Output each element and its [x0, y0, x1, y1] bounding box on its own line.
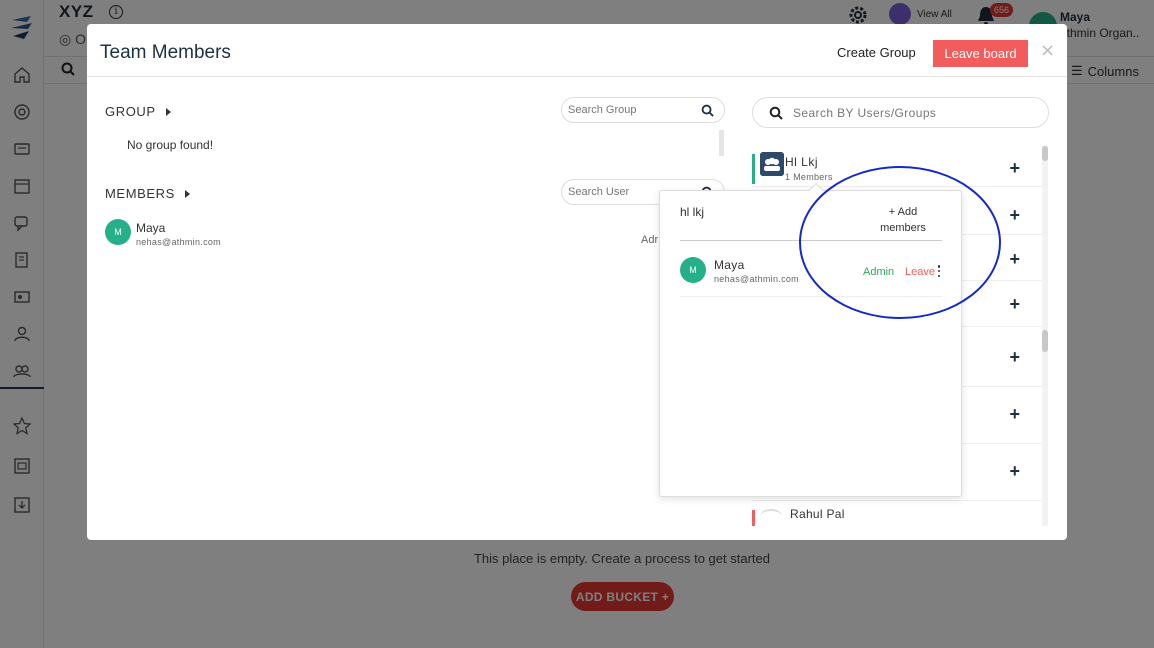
group-members-popover: hl lkj + Add members M Maya nehas@athmin…	[659, 182, 962, 497]
add-icon[interactable]: +	[1009, 249, 1020, 270]
members-section-label: MEMBERS	[105, 186, 175, 201]
group-section-toggle[interactable]: GROUP	[105, 104, 171, 119]
member-email: nehas@athmin.com	[714, 274, 799, 284]
list-item-group-hl-lkj[interactable]: Hl Lkj 1 Members +	[752, 146, 1042, 187]
list-item-user-rahul-pal[interactable]: Rahul Pal	[752, 501, 1042, 540]
add-icon[interactable]: +	[1009, 461, 1020, 482]
search-users-groups-input[interactable]: Search BY Users/Groups	[752, 97, 1049, 128]
member-email: nehas@athmin.com	[136, 237, 221, 247]
add-icon[interactable]: +	[1009, 294, 1020, 315]
user-avatar-placeholder-icon	[760, 509, 782, 523]
group-member-count: 1 Members	[785, 172, 833, 182]
leave-group-button[interactable]: Leave	[905, 266, 935, 278]
add-icon[interactable]: +	[1009, 205, 1020, 226]
popover-title: hl lkj	[680, 205, 705, 219]
modal-title: Team Members	[100, 42, 231, 63]
modal-header: Team Members Create Group Leave board ×	[87, 24, 1067, 77]
list-scrollbar-thumb-secondary[interactable]	[1042, 330, 1048, 352]
avatar: M	[105, 219, 131, 245]
team-members-modal: Team Members Create Group Leave board × …	[87, 24, 1067, 540]
add-icon[interactable]: +	[1009, 347, 1020, 368]
search-icon	[769, 106, 783, 120]
user-accent-bar	[752, 510, 755, 526]
group-accent-bar	[752, 154, 755, 184]
add-icon[interactable]: +	[1009, 404, 1020, 425]
admin-role-button[interactable]: Admin	[863, 266, 894, 278]
list-scrollbar-thumb[interactable]	[1042, 146, 1048, 161]
avatar: M	[680, 257, 706, 283]
add-members-button[interactable]: + Add members	[870, 204, 936, 236]
leave-board-button[interactable]: Leave board	[933, 40, 1028, 67]
popover-divider	[680, 240, 942, 241]
search-icon[interactable]	[701, 104, 714, 117]
popover-member-row: M Maya nehas@athmin.com Admin Leave	[680, 257, 942, 297]
group-section-label: GROUP	[105, 104, 156, 119]
close-icon[interactable]: ×	[1040, 40, 1055, 61]
search-group-placeholder: Search Group	[568, 104, 637, 116]
create-group-button[interactable]: Create Group	[837, 45, 916, 60]
member-name: Maya	[136, 221, 166, 235]
kebab-menu-icon[interactable]	[936, 265, 942, 277]
search-user-placeholder: Search User	[568, 186, 630, 198]
caret-right-icon	[165, 107, 171, 116]
member-role: Adr	[641, 234, 659, 246]
group-name: Hl Lkj	[785, 155, 819, 169]
group-scrollbar[interactable]	[719, 130, 724, 156]
members-section-toggle[interactable]: MEMBERS	[105, 186, 190, 201]
caret-right-icon	[184, 189, 190, 198]
group-icon	[760, 152, 784, 176]
search-group-input[interactable]: Search Group	[561, 97, 725, 123]
user-name: Rahul Pal	[790, 507, 845, 521]
search-users-groups-placeholder: Search BY Users/Groups	[793, 105, 937, 120]
no-group-message: No group found!	[127, 138, 214, 152]
add-icon[interactable]: +	[1009, 158, 1020, 179]
member-name: Maya	[714, 258, 745, 272]
